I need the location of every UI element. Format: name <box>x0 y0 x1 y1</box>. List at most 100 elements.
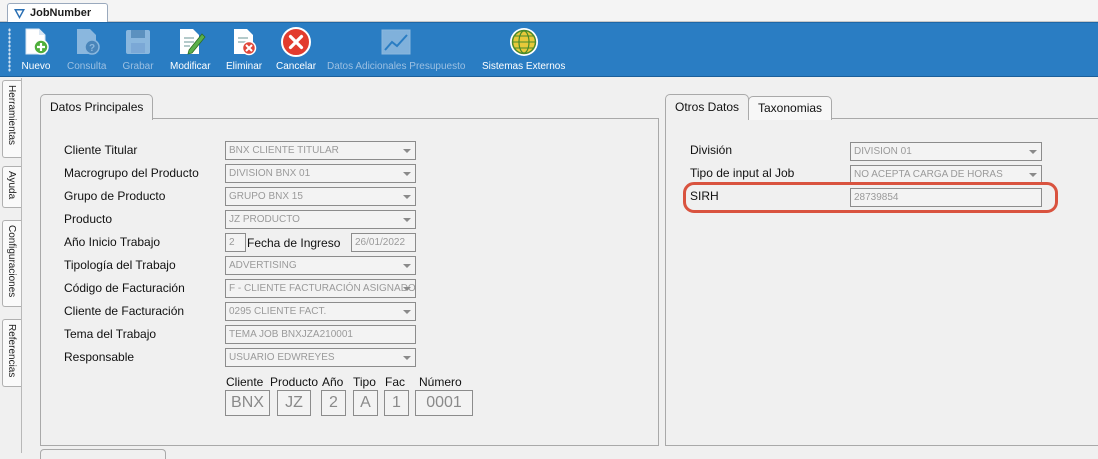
field-value: TEMA JOB BNXJZA210001 <box>229 329 353 340</box>
field-value: DIVISION 01 <box>854 146 912 157</box>
chevron-down-icon <box>403 310 411 314</box>
tab-title: JobNumber <box>30 7 92 19</box>
chevron-down-icon <box>403 195 411 199</box>
new-button[interactable]: Nuevo <box>20 26 52 74</box>
side-divider <box>21 78 22 453</box>
document-tab-strip: JobNumber <box>0 0 1098 22</box>
side-tab-referencias[interactable]: Referencias <box>2 319 21 387</box>
grupo-producto-select[interactable]: GRUPO BNX 15 <box>225 187 416 206</box>
side-tab-label: Configuraciones <box>6 225 17 298</box>
field-value: DIVISION BNX 01 <box>229 168 311 179</box>
cliente-titular-select[interactable]: BNX CLIENTE TITULAR <box>225 141 416 160</box>
code-label-anio: Año <box>322 375 344 389</box>
label-producto: Producto <box>64 212 113 226</box>
side-tab-label: Ayuda <box>6 171 17 200</box>
budget-data-button[interactable]: Datos Adicionales Presupuesto <box>327 26 465 74</box>
save-button[interactable]: Grabar <box>122 26 154 74</box>
code-cliente-box: BNX <box>225 390 270 416</box>
new-document-icon <box>25 28 49 55</box>
chart-icon <box>381 29 411 55</box>
external-systems-button[interactable]: Sistemas Externos <box>482 26 565 74</box>
delete-button-label: Eliminar <box>226 61 263 72</box>
save-button-label: Grabar <box>122 61 154 72</box>
chevron-down-icon <box>403 172 411 176</box>
label-responsable: Responsable <box>64 350 135 364</box>
field-value: USUARIO EDWREYES <box>229 352 335 363</box>
modify-button-label: Modificar <box>170 61 211 72</box>
cliente-facturacion-select[interactable]: 0295 CLIENTE FACT. <box>225 302 416 321</box>
label-cliente-titular: Cliente Titular <box>64 143 138 157</box>
budget-data-button-label: Datos Adicionales Presupuesto <box>327 61 466 72</box>
modify-button[interactable]: Modificar <box>170 26 211 74</box>
delete-button[interactable]: Eliminar <box>226 26 262 74</box>
label-tema-trabajo: Tema del Trabajo <box>64 327 157 341</box>
field-value: 0295 CLIENTE FACT. <box>229 306 327 317</box>
toolbar-grip[interactable] <box>8 28 11 72</box>
field-value: F - CLIENTE FACTURACIÓN ASIGNADO <box>229 283 416 294</box>
side-tab-configuraciones[interactable]: Configuraciones <box>2 220 21 307</box>
code-producto-box: JZ <box>277 390 311 416</box>
code-numero-box: 0001 <box>415 390 473 416</box>
code-label-producto: Producto <box>270 375 319 389</box>
chevron-down-icon <box>403 287 411 291</box>
query-document-icon: ? <box>76 29 100 55</box>
label-grupo-producto: Grupo de Producto <box>64 189 166 203</box>
code-anio-box: 2 <box>321 390 346 416</box>
code-fac-box: 1 <box>384 390 409 416</box>
query-button-label: Consulta <box>67 61 107 72</box>
cancel-button[interactable]: Cancelar <box>276 26 316 74</box>
chevron-down-icon <box>1029 150 1037 154</box>
side-tab-label: Referencias <box>6 324 17 378</box>
side-tab-label: Herramientas <box>6 85 17 146</box>
save-disk-icon <box>126 30 150 54</box>
new-button-label: Nuevo <box>21 61 51 72</box>
chevron-down-icon <box>403 149 411 153</box>
svg-text:?: ? <box>89 43 95 54</box>
tab-label: Datos Principales <box>50 100 144 114</box>
anio-inicio-field[interactable]: 2 <box>225 233 246 252</box>
tab-taxonomias[interactable]: Taxonomias <box>748 96 833 120</box>
division-select[interactable]: DIVISION 01 <box>850 142 1042 161</box>
macrogrupo-select[interactable]: DIVISION BNX 01 <box>225 164 416 183</box>
tab-label: Taxonomias <box>758 101 823 115</box>
code-label-cliente: Cliente <box>226 375 264 389</box>
side-tab-ayuda[interactable]: Ayuda <box>2 166 21 208</box>
delete-document-icon <box>234 29 257 56</box>
responsable-select[interactable]: USUARIO EDWREYES <box>225 348 416 367</box>
tab-jobnumber[interactable]: JobNumber <box>7 3 108 22</box>
label-cliente-facturacion: Cliente de Facturación <box>64 304 185 318</box>
codigo-facturacion-select[interactable]: F - CLIENTE FACTURACIÓN ASIGNADO <box>225 279 416 298</box>
tema-trabajo-field[interactable]: TEMA JOB BNXJZA210001 <box>225 325 416 344</box>
tab-datos-principales[interactable]: Datos Principales <box>40 94 154 120</box>
side-tab-herramientas[interactable]: Herramientas <box>2 80 21 158</box>
field-value: 2 <box>229 237 235 248</box>
tab-otros-datos[interactable]: Otros Datos <box>665 94 750 120</box>
label-tipo-input: Tipo de input al Job <box>690 166 795 180</box>
edit-document-icon <box>180 29 206 55</box>
fecha-ingreso-field[interactable]: 26/01/2022 <box>351 233 416 252</box>
field-value: NO ACEPTA CARGA DE HORAS <box>854 169 1003 180</box>
app-logo-icon <box>14 9 25 19</box>
tab-label: Otros Datos <box>675 100 740 114</box>
field-value: 26/01/2022 <box>355 237 406 248</box>
globe-icon <box>509 28 538 56</box>
field-value: GRUPO BNX 15 <box>229 191 303 202</box>
field-value: JZ PRODUCTO <box>229 214 300 225</box>
code-label-fac: Fac <box>385 375 406 389</box>
tipologia-select[interactable]: ADVERTISING <box>225 256 416 275</box>
sirh-highlight-annotation <box>683 182 1058 213</box>
label-division: División <box>690 143 733 157</box>
toolbar: Nuevo ? Consulta Grabar Modificar Elimin… <box>0 22 1098 77</box>
cancel-button-label: Cancelar <box>276 61 317 72</box>
chevron-down-icon <box>403 264 411 268</box>
code-label-numero: Número <box>419 375 462 389</box>
bottom-tab-partial[interactable] <box>40 449 166 459</box>
label-codigo-facturacion: Código de Facturación <box>64 281 185 295</box>
producto-select[interactable]: JZ PRODUCTO <box>225 210 416 229</box>
label-tipologia: Tipología del Trabajo <box>64 258 176 272</box>
label-macrogrupo: Macrogrupo del Producto <box>64 166 199 180</box>
query-button[interactable]: ? Consulta <box>67 26 106 74</box>
code-tipo-box: A <box>353 390 378 416</box>
chevron-down-icon <box>403 218 411 222</box>
chevron-down-icon <box>1029 173 1037 177</box>
